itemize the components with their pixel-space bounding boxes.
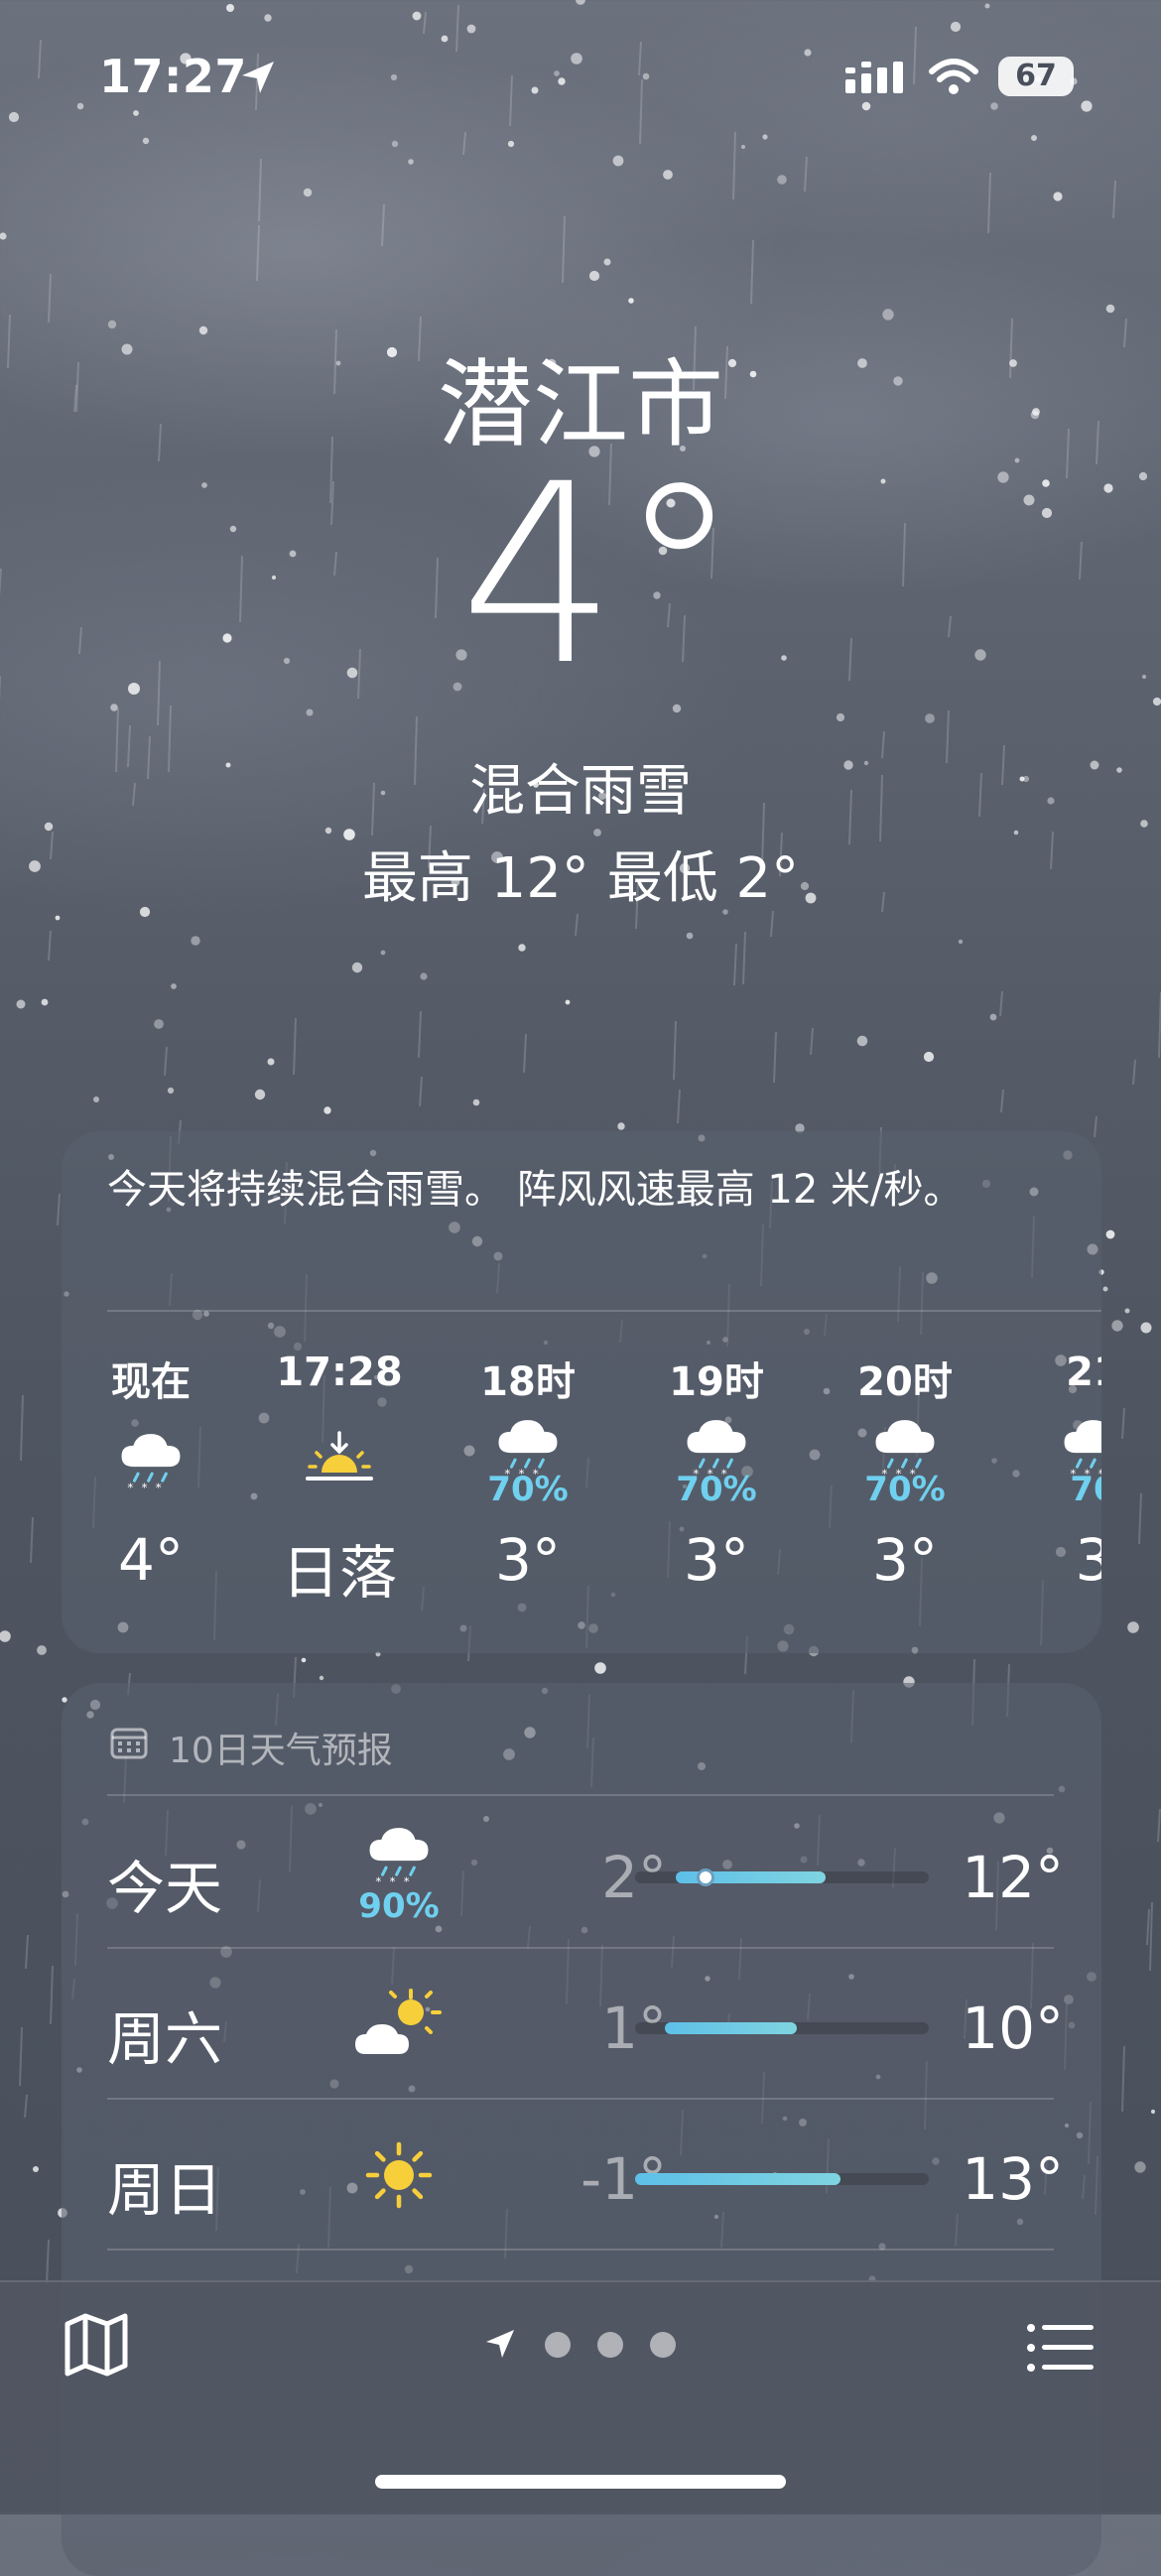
hour-temperature: 4° — [118, 1526, 184, 1594]
hour-temperature: 3° — [872, 1526, 938, 1594]
page-indicator-dot[interactable] — [597, 2332, 623, 2358]
precip-chance: 70% — [864, 1470, 946, 1509]
day-name: 今天 — [107, 1855, 223, 1922]
hour-temperature: 日落 — [281, 1539, 397, 1607]
hourly-item: 19时 * * * 70% 3° — [632, 1350, 801, 1594]
hourly-item: 17:28 日落 — [255, 1350, 424, 1610]
daily-row[interactable]: 今天 * * * 90% 2° 12° — [62, 1798, 1101, 1947]
day-name: 周六 — [107, 2005, 223, 2073]
daily-row[interactable]: 周日 -1° 13° — [62, 2100, 1101, 2249]
high-temperature: 10° — [962, 1995, 1064, 2062]
sleet-icon: * * * 70% — [821, 1405, 989, 1514]
svg-text:*: * — [156, 1481, 162, 1492]
sleet-icon: * * * — [66, 1405, 235, 1514]
svg-text:*: * — [404, 1874, 410, 1886]
hour-label: 18时 — [480, 1359, 576, 1405]
svg-text:*: * — [390, 1874, 396, 1886]
cellular-signal-icon — [845, 62, 903, 93]
divider — [107, 2249, 1054, 2251]
hour-label: 17:28 — [276, 1350, 403, 1395]
sunset-icon — [255, 1405, 424, 1514]
hour-label: 19时 — [669, 1359, 764, 1405]
page-indicator-dot[interactable] — [650, 2332, 676, 2358]
sleet-icon: * * * 70% — [444, 1405, 612, 1514]
hour-temperature: 3 — [1075, 1526, 1101, 1594]
svg-text:*: * — [142, 1481, 148, 1492]
hour-label: 21 — [1066, 1350, 1101, 1395]
svg-text:*: * — [375, 1874, 381, 1886]
sleet-icon: * * * 90% — [329, 1814, 468, 1933]
hourly-forecast-card[interactable]: 今天将持续混合雨雪。 阵风风速最高 12 米/秒。 现在 * * * 4° 17:28 日落… — [62, 1131, 1101, 1653]
battery-indicator: 67 — [998, 57, 1074, 96]
precip-chance: 70 — [1070, 1470, 1101, 1509]
current-location-page-icon[interactable] — [482, 2326, 518, 2362]
svg-text:*: * — [127, 1481, 133, 1492]
hour-label: 20时 — [857, 1359, 953, 1405]
range-fill — [635, 2173, 841, 2185]
current-temperature: 4° — [458, 431, 742, 719]
map-icon[interactable] — [62, 2312, 131, 2378]
calendar-icon — [110, 1728, 148, 1759]
temperature-range-bar — [635, 2022, 929, 2034]
forecast-summary: 今天将持续混合雨雪。 阵风风速最高 12 米/秒。 — [107, 1167, 964, 1213]
precip-chance: 90% — [358, 1886, 440, 1926]
sun-icon — [329, 2116, 468, 2235]
day-name: 周日 — [107, 2156, 223, 2224]
hour-temperature: 3° — [495, 1526, 561, 1594]
partly-sunny-icon — [329, 1965, 468, 2084]
high-temperature: 12° — [962, 1844, 1064, 1911]
location-arrow-icon — [242, 62, 274, 93]
status-time: 17:27 — [99, 50, 247, 103]
condition-text: 混合雨雪 — [469, 759, 692, 824]
sleet-icon: ***70 — [1009, 1405, 1101, 1514]
hourly-item: 20时 * * * 70% 3° — [821, 1350, 989, 1594]
wifi-icon — [929, 59, 978, 94]
hourly-item: 21 ***70 3 — [1009, 1350, 1101, 1594]
hour-label: 现在 — [111, 1359, 191, 1405]
daily-forecast-title: 10日天气预报 — [169, 1731, 393, 1771]
sleet-icon: * * * 70% — [632, 1405, 801, 1514]
precip-chance: 70% — [487, 1470, 569, 1509]
high-low-text: 最高 12° 最低 2° — [361, 846, 800, 911]
temperature-range-bar — [635, 2173, 929, 2185]
high-temperature: 13° — [962, 2145, 1064, 2213]
range-fill — [664, 2022, 797, 2034]
hour-temperature: 3° — [684, 1526, 749, 1594]
page-indicator-dot[interactable] — [545, 2332, 571, 2358]
divider — [107, 1794, 1054, 1796]
hourly-item: 现在 * * * 4° — [66, 1350, 235, 1594]
temperature-range-bar — [635, 1868, 929, 1886]
hourly-item: 18时 * * * 70% 3° — [444, 1350, 612, 1594]
home-indicator[interactable] — [375, 2475, 786, 2489]
daily-row[interactable]: 周六 1° 10° — [62, 1949, 1101, 2098]
precip-chance: 70% — [676, 1470, 757, 1509]
city-list-icon[interactable] — [1026, 2322, 1096, 2374]
divider — [107, 1310, 1101, 1312]
current-temp-dot — [697, 1868, 715, 1886]
